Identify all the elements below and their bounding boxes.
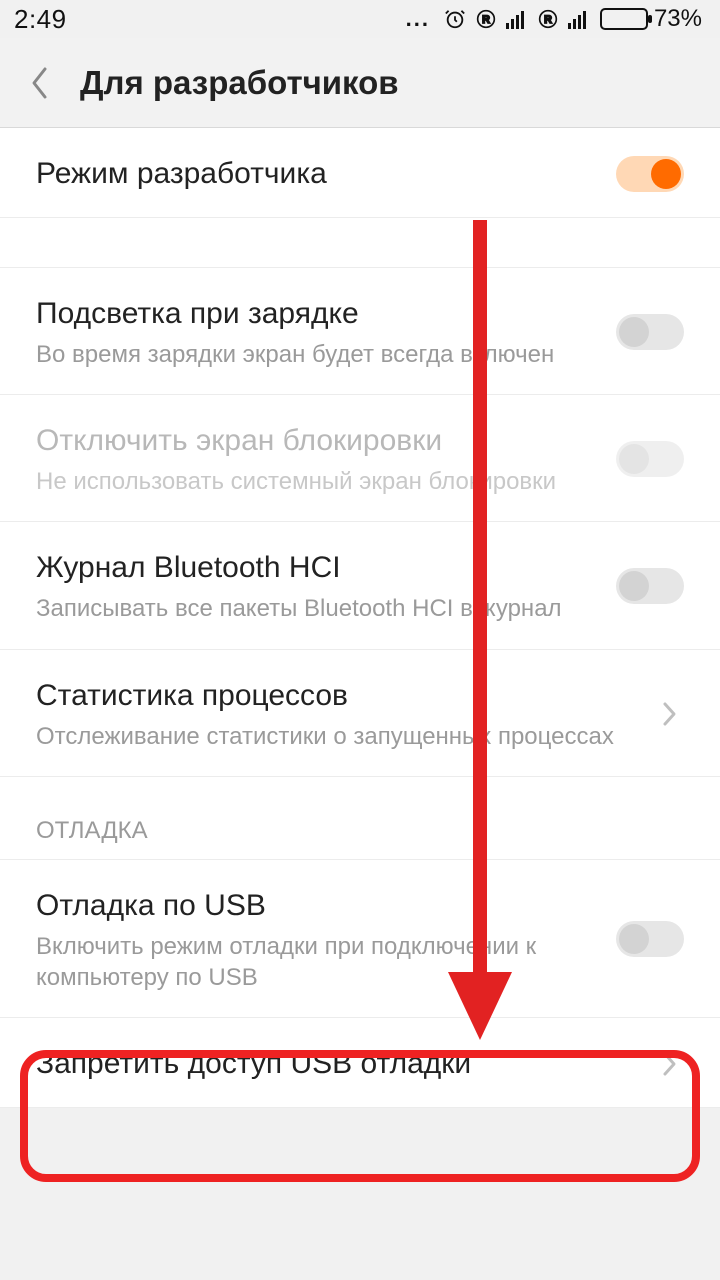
item-title: Отладка по USB [36, 886, 596, 925]
toggle-bluetooth-hci-log[interactable] [616, 568, 684, 604]
chevron-right-icon [656, 1050, 684, 1078]
chevron-right-icon [656, 700, 684, 728]
item-subtitle: Отслеживание статистики о запущенных про… [36, 721, 636, 752]
item-deny-usb-debug-access[interactable]: Запретить доступ USB отладки [0, 1018, 720, 1108]
spacer [0, 218, 720, 268]
battery-percent: 73% [654, 5, 702, 33]
item-process-stats[interactable]: Статистика процессов Отслеживание статис… [0, 650, 720, 777]
page-title: Для разработчиков [80, 64, 399, 102]
item-subtitle: Записывать все пакеты Bluetooth HCI в жу… [36, 593, 596, 624]
item-subtitle: Не использовать системный экран блокиров… [36, 466, 596, 497]
item-title: Подсветка при зарядке [36, 294, 596, 333]
section-debugging: ОТЛАДКА [0, 777, 720, 860]
toggle-charging-backlight[interactable] [616, 314, 684, 350]
toggle-usb-debugging[interactable] [616, 921, 684, 957]
status-time: 2:49 [14, 4, 67, 35]
item-developer-mode[interactable]: Режим разработчика [0, 128, 720, 218]
item-subtitle: Включить режим отладки при подключении к… [36, 931, 596, 993]
item-charging-backlight[interactable]: Подсветка при зарядке Во время зарядки э… [0, 268, 720, 395]
registered-icon: R [476, 9, 496, 29]
content: Режим разработчика Подсветка при зарядке… [0, 128, 720, 1108]
item-title: Отключить экран блокировки [36, 421, 596, 460]
svg-text:R: R [544, 14, 552, 26]
item-subtitle: Во время зарядки экран будет всегда вклю… [36, 339, 596, 370]
item-title: Статистика процессов [36, 676, 636, 715]
signal-icon-2 [568, 9, 590, 29]
item-bluetooth-hci-log[interactable]: Журнал Bluetooth HCI Записывать все паке… [0, 522, 720, 649]
item-title: Режим разработчика [36, 154, 596, 193]
item-title: Журнал Bluetooth HCI [36, 548, 596, 587]
registered-icon-2: R [538, 9, 558, 29]
chevron-left-icon [30, 66, 50, 100]
item-usb-debugging[interactable]: Отладка по USB Включить режим отладки пр… [0, 860, 720, 1018]
back-button[interactable] [20, 58, 60, 108]
status-right: ... R R 73% [406, 5, 702, 33]
svg-text:R: R [482, 14, 490, 26]
status-more-icon: ... [406, 6, 430, 32]
signal-icon-1 [506, 9, 528, 29]
alarm-icon [444, 8, 466, 30]
header: Для разработчиков [0, 38, 720, 128]
status-bar: 2:49 ... R R 73% [0, 0, 720, 38]
battery-indicator: 73% [600, 5, 702, 33]
toggle-disable-lockscreen [616, 441, 684, 477]
item-title: Запретить доступ USB отладки [36, 1044, 636, 1083]
item-disable-lockscreen: Отключить экран блокировки Не использова… [0, 395, 720, 522]
toggle-developer-mode[interactable] [616, 156, 684, 192]
